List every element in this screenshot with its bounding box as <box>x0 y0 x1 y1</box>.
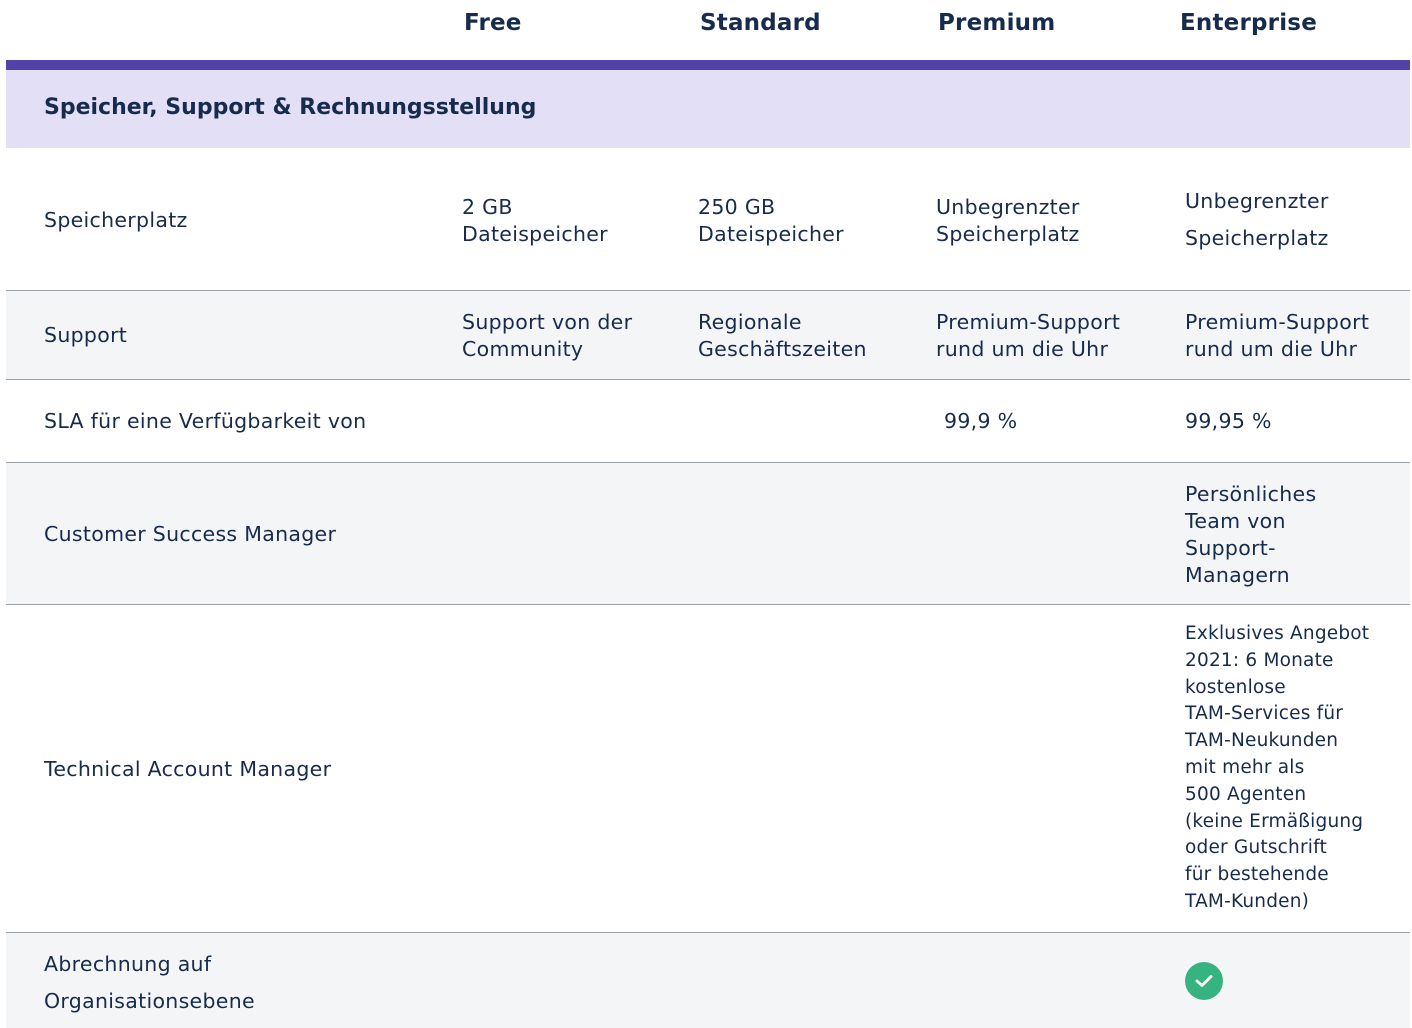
plan-name-enterprise: Enterprise <box>1180 10 1318 36</box>
cell-premium: 99,9 % <box>944 409 1018 433</box>
feature-label: SLA für eine Verfügbarkeit von <box>44 409 367 433</box>
feature-label: Abrechnung auf Organisationsebene <box>44 952 255 1013</box>
cell-standard: 250 GB Dateispeicher <box>698 195 844 246</box>
cell-enterprise: Persönliches Team von Support- Managern <box>1185 482 1317 587</box>
table-row-org-billing: Abrechnung auf Organisationsebene <box>6 933 1410 1028</box>
plan-header: Free Standard Premium Enterprise <box>0 0 1412 60</box>
cell-free: Support von der Community <box>462 310 633 361</box>
feature-label: Customer Success Manager <box>44 522 337 546</box>
section-header: Speicher, Support & Rechnungsstellung <box>6 70 1410 148</box>
plan-name-premium: Premium <box>938 10 1056 36</box>
check-circle-icon <box>1185 962 1223 1000</box>
plan-name-standard: Standard <box>700 10 821 36</box>
section-title: Speicher, Support & Rechnungsstellung <box>44 95 537 120</box>
header-accent-bar <box>6 60 1410 70</box>
cell-enterprise: Premium-Support rund um die Uhr <box>1185 310 1370 361</box>
table-row-support: Support Support von der Community Region… <box>6 291 1410 380</box>
cell-enterprise: Exklusives Angebot 2021: 6 Monate kosten… <box>1185 623 1370 912</box>
cell-premium: Premium-Support rund um die Uhr <box>936 310 1121 361</box>
feature-label: Speicherplatz <box>44 208 188 232</box>
cell-standard: Regionale Geschäftszeiten <box>698 310 867 361</box>
feature-label: Support <box>44 323 128 347</box>
table-row-storage: Speicherplatz 2 GB Dateispeicher 250 GB … <box>6 148 1410 291</box>
feature-label: Technical Account Manager <box>44 757 332 781</box>
table-row-sla: SLA für eine Verfügbarkeit von 99,9 % 99… <box>6 380 1410 463</box>
cell-free: 2 GB Dateispeicher <box>462 195 608 246</box>
cell-enterprise: 99,95 % <box>1185 409 1272 433</box>
cell-enterprise: Unbegrenzter Speicherplatz <box>1185 189 1329 250</box>
cell-premium: Unbegrenzter Speicherplatz <box>936 195 1080 246</box>
table-row-csm: Customer Success Manager Persönliches Te… <box>6 463 1410 605</box>
table-row-tam: Technical Account Manager Exklusives Ang… <box>6 605 1410 933</box>
plan-name-free: Free <box>464 10 522 36</box>
